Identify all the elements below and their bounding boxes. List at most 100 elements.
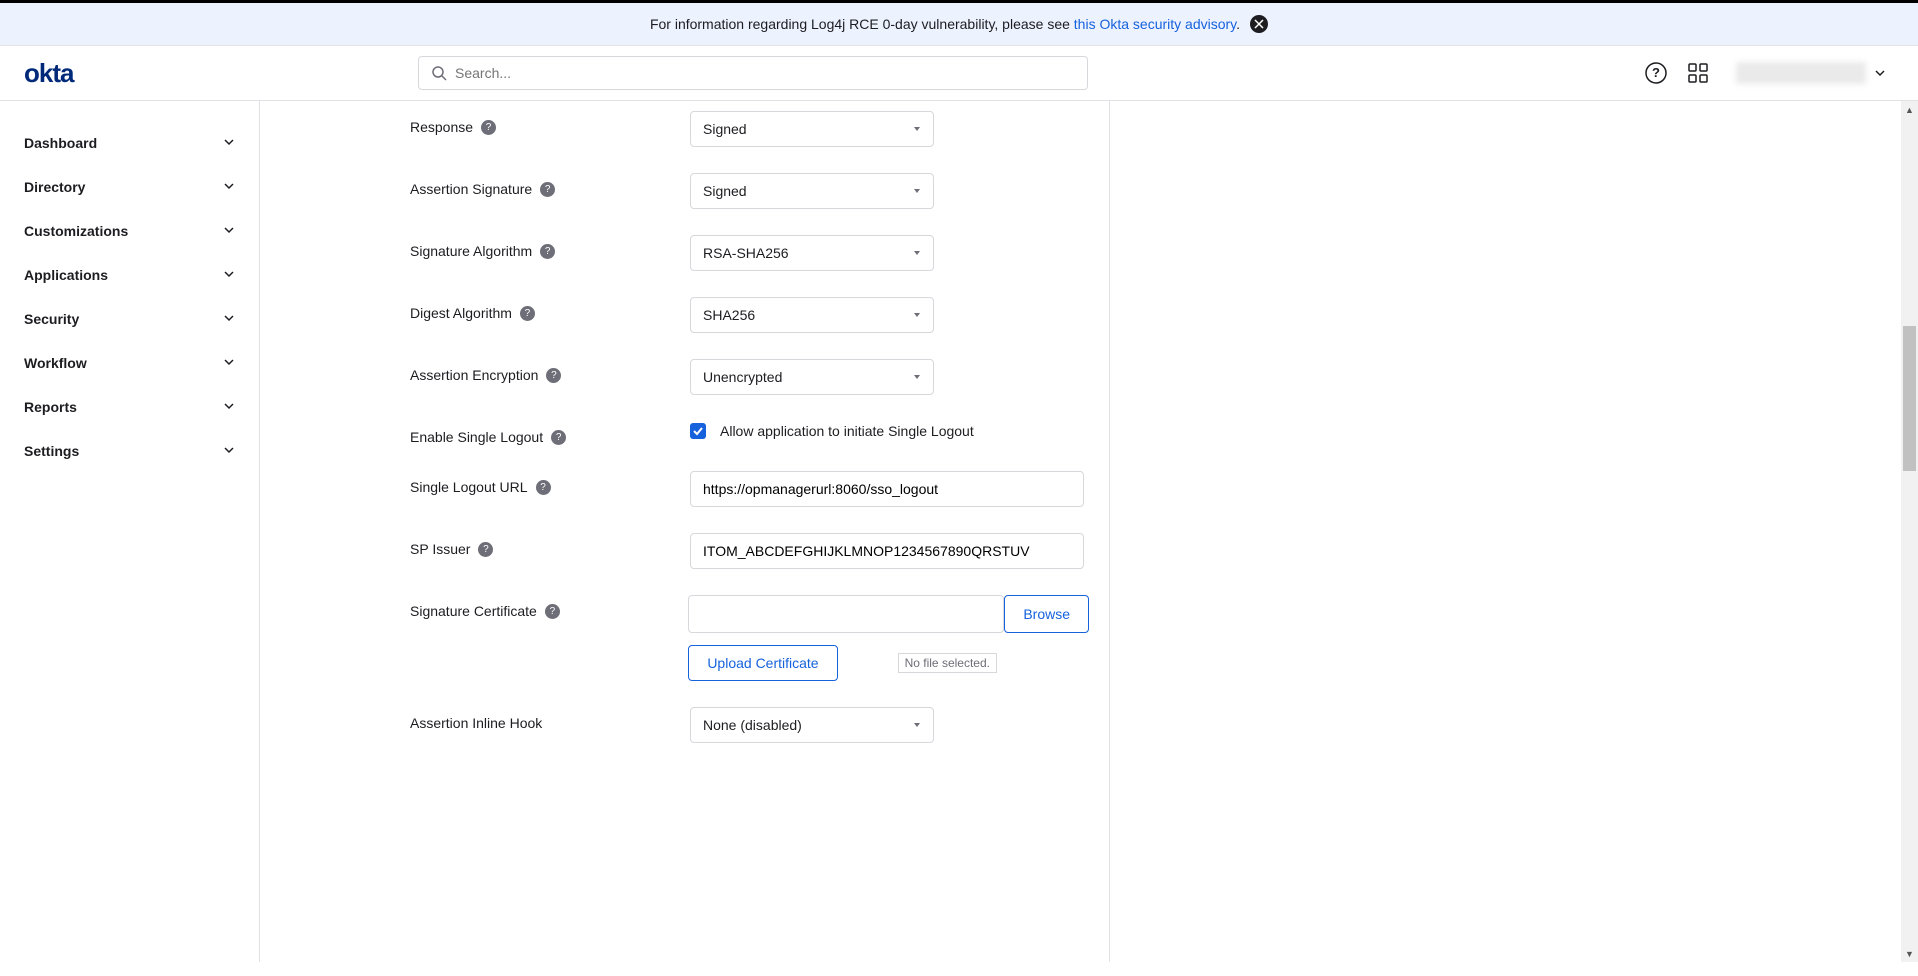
sidebar-item-dashboard[interactable]: Dashboard xyxy=(0,121,259,165)
user-menu[interactable] xyxy=(1728,58,1894,88)
sidebar-item-customizations[interactable]: Customizations xyxy=(0,209,259,253)
select-value: None (disabled) xyxy=(703,717,802,733)
label-response: Response ? xyxy=(410,111,690,135)
chevron-down-icon xyxy=(1874,67,1886,79)
upload-row: Upload Certificate No file selected. xyxy=(688,645,1089,681)
help-icon[interactable]: ? xyxy=(481,120,496,135)
header-right: ? xyxy=(1644,58,1894,88)
label-text: Single Logout URL xyxy=(410,479,528,495)
select-response[interactable]: Signed xyxy=(690,111,934,147)
browse-button[interactable]: Browse xyxy=(1004,595,1089,633)
label-text: Response xyxy=(410,119,473,135)
select-value: Signed xyxy=(703,121,747,137)
file-status: No file selected. xyxy=(898,653,997,673)
row-signature-algorithm: Signature Algorithm ? RSA-SHA256 xyxy=(410,235,1089,271)
checkbox-row: Allow application to initiate Single Log… xyxy=(690,421,1089,439)
label-text: Enable Single Logout xyxy=(410,429,543,445)
upload-certificate-button[interactable]: Upload Certificate xyxy=(688,645,837,681)
file-input[interactable] xyxy=(688,595,1004,633)
label-assertion-inline-hook: Assertion Inline Hook xyxy=(410,707,690,731)
sidebar-item-label: Directory xyxy=(24,179,85,195)
close-icon[interactable] xyxy=(1250,15,1268,33)
row-response: Response ? Signed xyxy=(410,111,1089,147)
scrollbar[interactable]: ▲ ▼ xyxy=(1901,101,1918,962)
banner-prefix: For information regarding Log4j RCE 0-da… xyxy=(650,16,1070,32)
help-icon[interactable]: ? xyxy=(1644,61,1668,85)
main: Response ? Signed Assertion Signature ? xyxy=(260,101,1918,962)
chevron-down-icon xyxy=(223,223,235,239)
svg-text:?: ? xyxy=(1652,65,1660,80)
chevron-down-icon xyxy=(223,311,235,327)
select-assertion-inline-hook[interactable]: None (disabled) xyxy=(690,707,934,743)
label-text: Assertion Encryption xyxy=(410,367,538,383)
row-sp-issuer: SP Issuer ? xyxy=(410,533,1089,569)
banner-suffix: . xyxy=(1236,16,1240,32)
checkbox-allow-slo[interactable] xyxy=(690,423,706,439)
label-sp-issuer: SP Issuer ? xyxy=(410,533,690,557)
caret-down-icon xyxy=(913,311,921,319)
select-value: RSA-SHA256 xyxy=(703,245,789,261)
row-enable-single-logout: Enable Single Logout ? Allow application… xyxy=(410,421,1089,445)
label-assertion-encryption: Assertion Encryption ? xyxy=(410,359,690,383)
label-digest-algorithm: Digest Algorithm ? xyxy=(410,297,690,321)
label-text: Signature Algorithm xyxy=(410,243,532,259)
chevron-down-icon xyxy=(223,267,235,283)
help-icon[interactable]: ? xyxy=(546,368,561,383)
help-icon[interactable]: ? xyxy=(540,182,555,197)
row-signature-certificate: Signature Certificate ? Browse Upload Ce… xyxy=(410,595,1089,681)
input-single-logout-url[interactable] xyxy=(690,471,1084,507)
label-assertion-signature: Assertion Signature ? xyxy=(410,173,690,197)
user-name-redacted xyxy=(1736,62,1866,84)
help-icon[interactable]: ? xyxy=(540,244,555,259)
select-signature-algorithm[interactable]: RSA-SHA256 xyxy=(690,235,934,271)
chevron-down-icon xyxy=(223,399,235,415)
label-enable-single-logout: Enable Single Logout ? xyxy=(410,421,690,445)
apps-icon[interactable] xyxy=(1686,61,1710,85)
sidebar-item-security[interactable]: Security xyxy=(0,297,259,341)
okta-logo: okta xyxy=(24,59,104,87)
row-digest-algorithm: Digest Algorithm ? SHA256 xyxy=(410,297,1089,333)
row-assertion-inline-hook: Assertion Inline Hook None (disabled) xyxy=(410,707,1089,743)
header: okta ? xyxy=(0,46,1918,101)
select-assertion-encryption[interactable]: Unencrypted xyxy=(690,359,934,395)
label-text: Assertion Signature xyxy=(410,181,532,197)
select-digest-algorithm[interactable]: SHA256 xyxy=(690,297,934,333)
sidebar-item-label: Dashboard xyxy=(24,135,97,151)
banner-text: For information regarding Log4j RCE 0-da… xyxy=(650,16,1240,32)
label-text: Digest Algorithm xyxy=(410,305,512,321)
label-text: Assertion Inline Hook xyxy=(410,715,542,731)
label-signature-algorithm: Signature Algorithm ? xyxy=(410,235,690,259)
select-assertion-signature[interactable]: Signed xyxy=(690,173,934,209)
search-icon xyxy=(431,65,447,81)
layout: Dashboard Directory Customizations Appli… xyxy=(0,101,1918,962)
scrollbar-thumb[interactable] xyxy=(1903,326,1916,471)
help-icon[interactable]: ? xyxy=(551,430,566,445)
sidebar-item-label: Reports xyxy=(24,399,77,415)
search-input[interactable] xyxy=(455,65,1075,81)
label-text: Signature Certificate xyxy=(410,603,537,619)
chevron-down-icon xyxy=(223,355,235,371)
help-icon[interactable]: ? xyxy=(536,480,551,495)
form-content: Response ? Signed Assertion Signature ? xyxy=(390,101,1110,962)
label-signature-certificate: Signature Certificate ? xyxy=(410,595,688,619)
chevron-down-icon xyxy=(223,179,235,195)
sidebar-item-label: Workflow xyxy=(24,355,87,371)
select-value: Signed xyxy=(703,183,747,199)
help-icon[interactable]: ? xyxy=(520,306,535,321)
help-icon[interactable]: ? xyxy=(545,604,560,619)
scroll-up-icon[interactable]: ▲ xyxy=(1901,101,1918,118)
search-box[interactable] xyxy=(418,56,1088,90)
input-sp-issuer[interactable] xyxy=(690,533,1084,569)
select-value: Unencrypted xyxy=(703,369,782,385)
sidebar-item-reports[interactable]: Reports xyxy=(0,385,259,429)
sidebar-item-label: Applications xyxy=(24,267,108,283)
sidebar-item-applications[interactable]: Applications xyxy=(0,253,259,297)
banner-link[interactable]: this Okta security advisory xyxy=(1074,16,1236,32)
chevron-down-icon xyxy=(223,443,235,459)
sidebar-item-workflow[interactable]: Workflow xyxy=(0,341,259,385)
help-icon[interactable]: ? xyxy=(478,542,493,557)
file-row: Browse xyxy=(688,595,1089,633)
sidebar-item-settings[interactable]: Settings xyxy=(0,429,259,473)
sidebar-item-directory[interactable]: Directory xyxy=(0,165,259,209)
scroll-down-icon[interactable]: ▼ xyxy=(1901,945,1918,962)
